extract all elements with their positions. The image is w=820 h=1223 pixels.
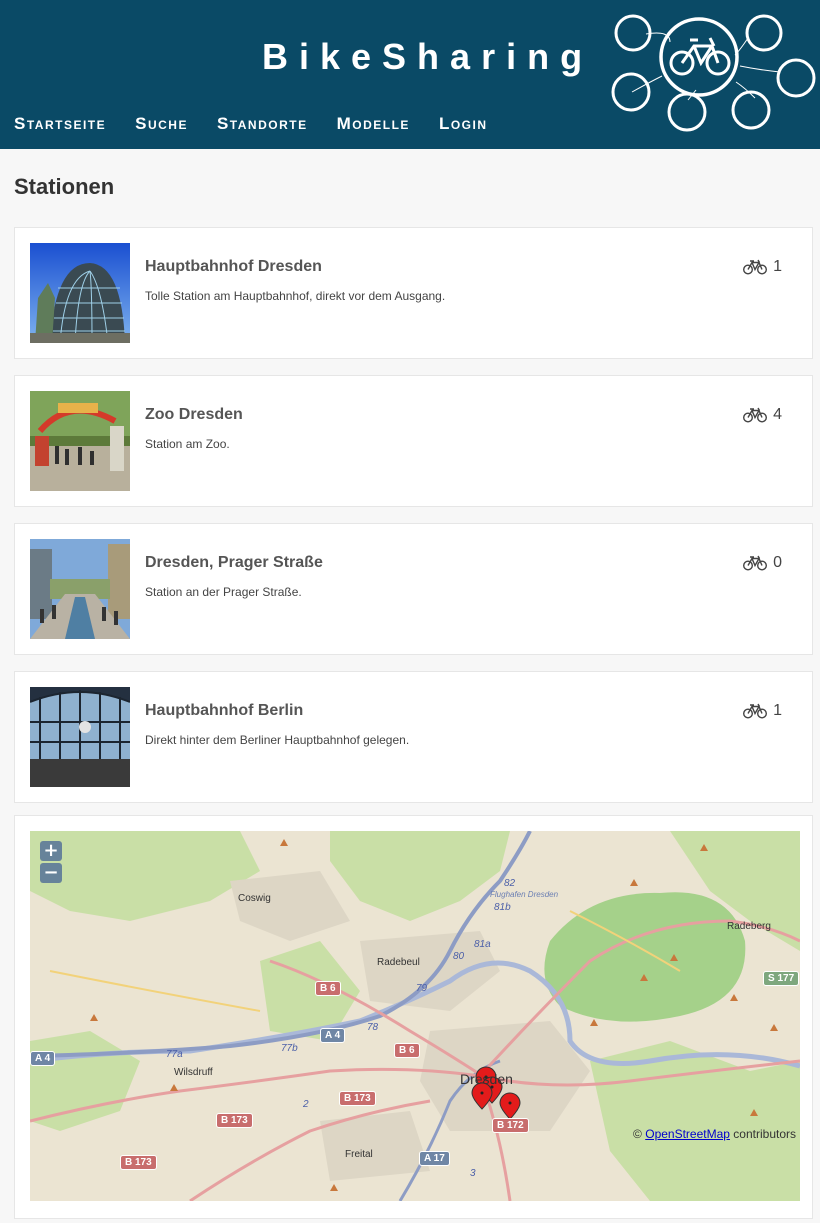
road-shield: S 177 [763, 971, 800, 986]
station-list: Hauptbahnhof Dresden Tolle Station am Ha… [14, 227, 813, 819]
openstreetmap-link[interactable]: OpenStreetMap [645, 1127, 730, 1141]
map-label-radeberg: Radeberg [727, 921, 771, 932]
road-shield: A 4 [320, 1028, 346, 1043]
exit-number: 82 [504, 878, 516, 889]
map-tiles [30, 831, 800, 1201]
exit-number: 2 [303, 1099, 309, 1110]
exit-number: 80 [453, 951, 465, 962]
exit-number: 77a [166, 1049, 183, 1060]
station-description: Direkt hinter dem Berliner Hauptbahnhof … [145, 733, 410, 747]
station-card[interactable]: Hauptbahnhof Dresden Tolle Station am Ha… [14, 227, 813, 359]
map-label-wilsdruff: Wilsdruff [174, 1067, 213, 1078]
bike-count-value: 0 [773, 554, 782, 571]
road-shield: B 173 [120, 1155, 157, 1170]
page-title: Stationen [14, 174, 115, 199]
road-shield: B 173 [216, 1113, 253, 1128]
station-description: Station am Zoo. [145, 437, 230, 451]
exit-number: 78 [367, 1022, 379, 1033]
exit-number: 81b [494, 902, 511, 913]
bicycle-icon [743, 407, 768, 423]
map-label-dresden: Dresden [460, 1071, 513, 1087]
site-header: BikeSharing Startseite Suche Standorte M… [0, 0, 820, 149]
station-image[interactable] [30, 243, 130, 343]
road-shield: A 17 [419, 1151, 450, 1166]
bike-count: 1 [743, 702, 782, 720]
station-image[interactable] [30, 391, 130, 491]
bike-count: 0 [743, 554, 782, 572]
station-map[interactable]: + − Coswig Radebeul Radeberg Wilsdruff D… [30, 831, 800, 1201]
site-brand[interactable]: BikeSharing [262, 36, 593, 78]
attribution-copyright: © [633, 1127, 642, 1141]
bike-count-value: 4 [773, 406, 782, 423]
station-name[interactable]: Hauptbahnhof Dresden [145, 258, 322, 276]
exit-number: 77b [281, 1043, 298, 1054]
exit-number: 79 [416, 983, 428, 994]
map-label-radebeul: Radebeul [377, 957, 420, 968]
map-label-freital: Freital [345, 1149, 373, 1160]
bicycle-icon [743, 259, 768, 275]
nav-login[interactable]: Login [439, 114, 488, 134]
station-name[interactable]: Zoo Dresden [145, 406, 243, 424]
bike-network-logo-icon [611, 14, 816, 132]
bike-count: 1 [743, 258, 782, 276]
map-attribution: © OpenStreetMap contributors [633, 1127, 796, 1141]
bike-count: 4 [743, 406, 782, 424]
station-name[interactable]: Hauptbahnhof Berlin [145, 702, 303, 720]
station-card[interactable]: Zoo Dresden Station am Zoo. 4 [14, 375, 813, 507]
road-shield: A 4 [30, 1051, 56, 1066]
station-image[interactable] [30, 539, 130, 639]
station-name[interactable]: Dresden, Prager Straße [145, 554, 323, 572]
map-zoom-controls: + − [40, 841, 62, 883]
map-card: + − Coswig Radebeul Radeberg Wilsdruff D… [14, 815, 813, 1219]
nav-modelle[interactable]: Modelle [337, 114, 410, 134]
station-description: Station an der Prager Straße. [145, 585, 302, 599]
bicycle-icon [743, 703, 768, 719]
zoom-out-button[interactable]: − [40, 863, 62, 883]
bicycle-icon [743, 555, 768, 571]
station-card[interactable]: Hauptbahnhof Berlin Direkt hinter dem Be… [14, 671, 813, 803]
road-shield: B 6 [394, 1043, 420, 1058]
station-card[interactable]: Dresden, Prager Straße Station an der Pr… [14, 523, 813, 655]
station-description: Tolle Station am Hauptbahnhof, direkt vo… [145, 289, 446, 303]
road-shield: B 173 [339, 1091, 376, 1106]
bike-count-value: 1 [773, 258, 782, 275]
map-label-airport: Flughafen Dresden [490, 890, 559, 899]
bike-count-value: 1 [773, 702, 782, 719]
exit-number: 81a [474, 939, 491, 950]
exit-number: 3 [470, 1168, 476, 1179]
road-shield: B 172 [492, 1118, 529, 1133]
map-label-coswig: Coswig [238, 893, 271, 904]
station-image[interactable] [30, 687, 130, 787]
attribution-suffix: contributors [733, 1127, 796, 1141]
road-shield: B 6 [315, 981, 341, 996]
zoom-in-button[interactable]: + [40, 841, 62, 861]
nav-standorte[interactable]: Standorte [217, 114, 308, 134]
nav-suche[interactable]: Suche [135, 114, 188, 134]
